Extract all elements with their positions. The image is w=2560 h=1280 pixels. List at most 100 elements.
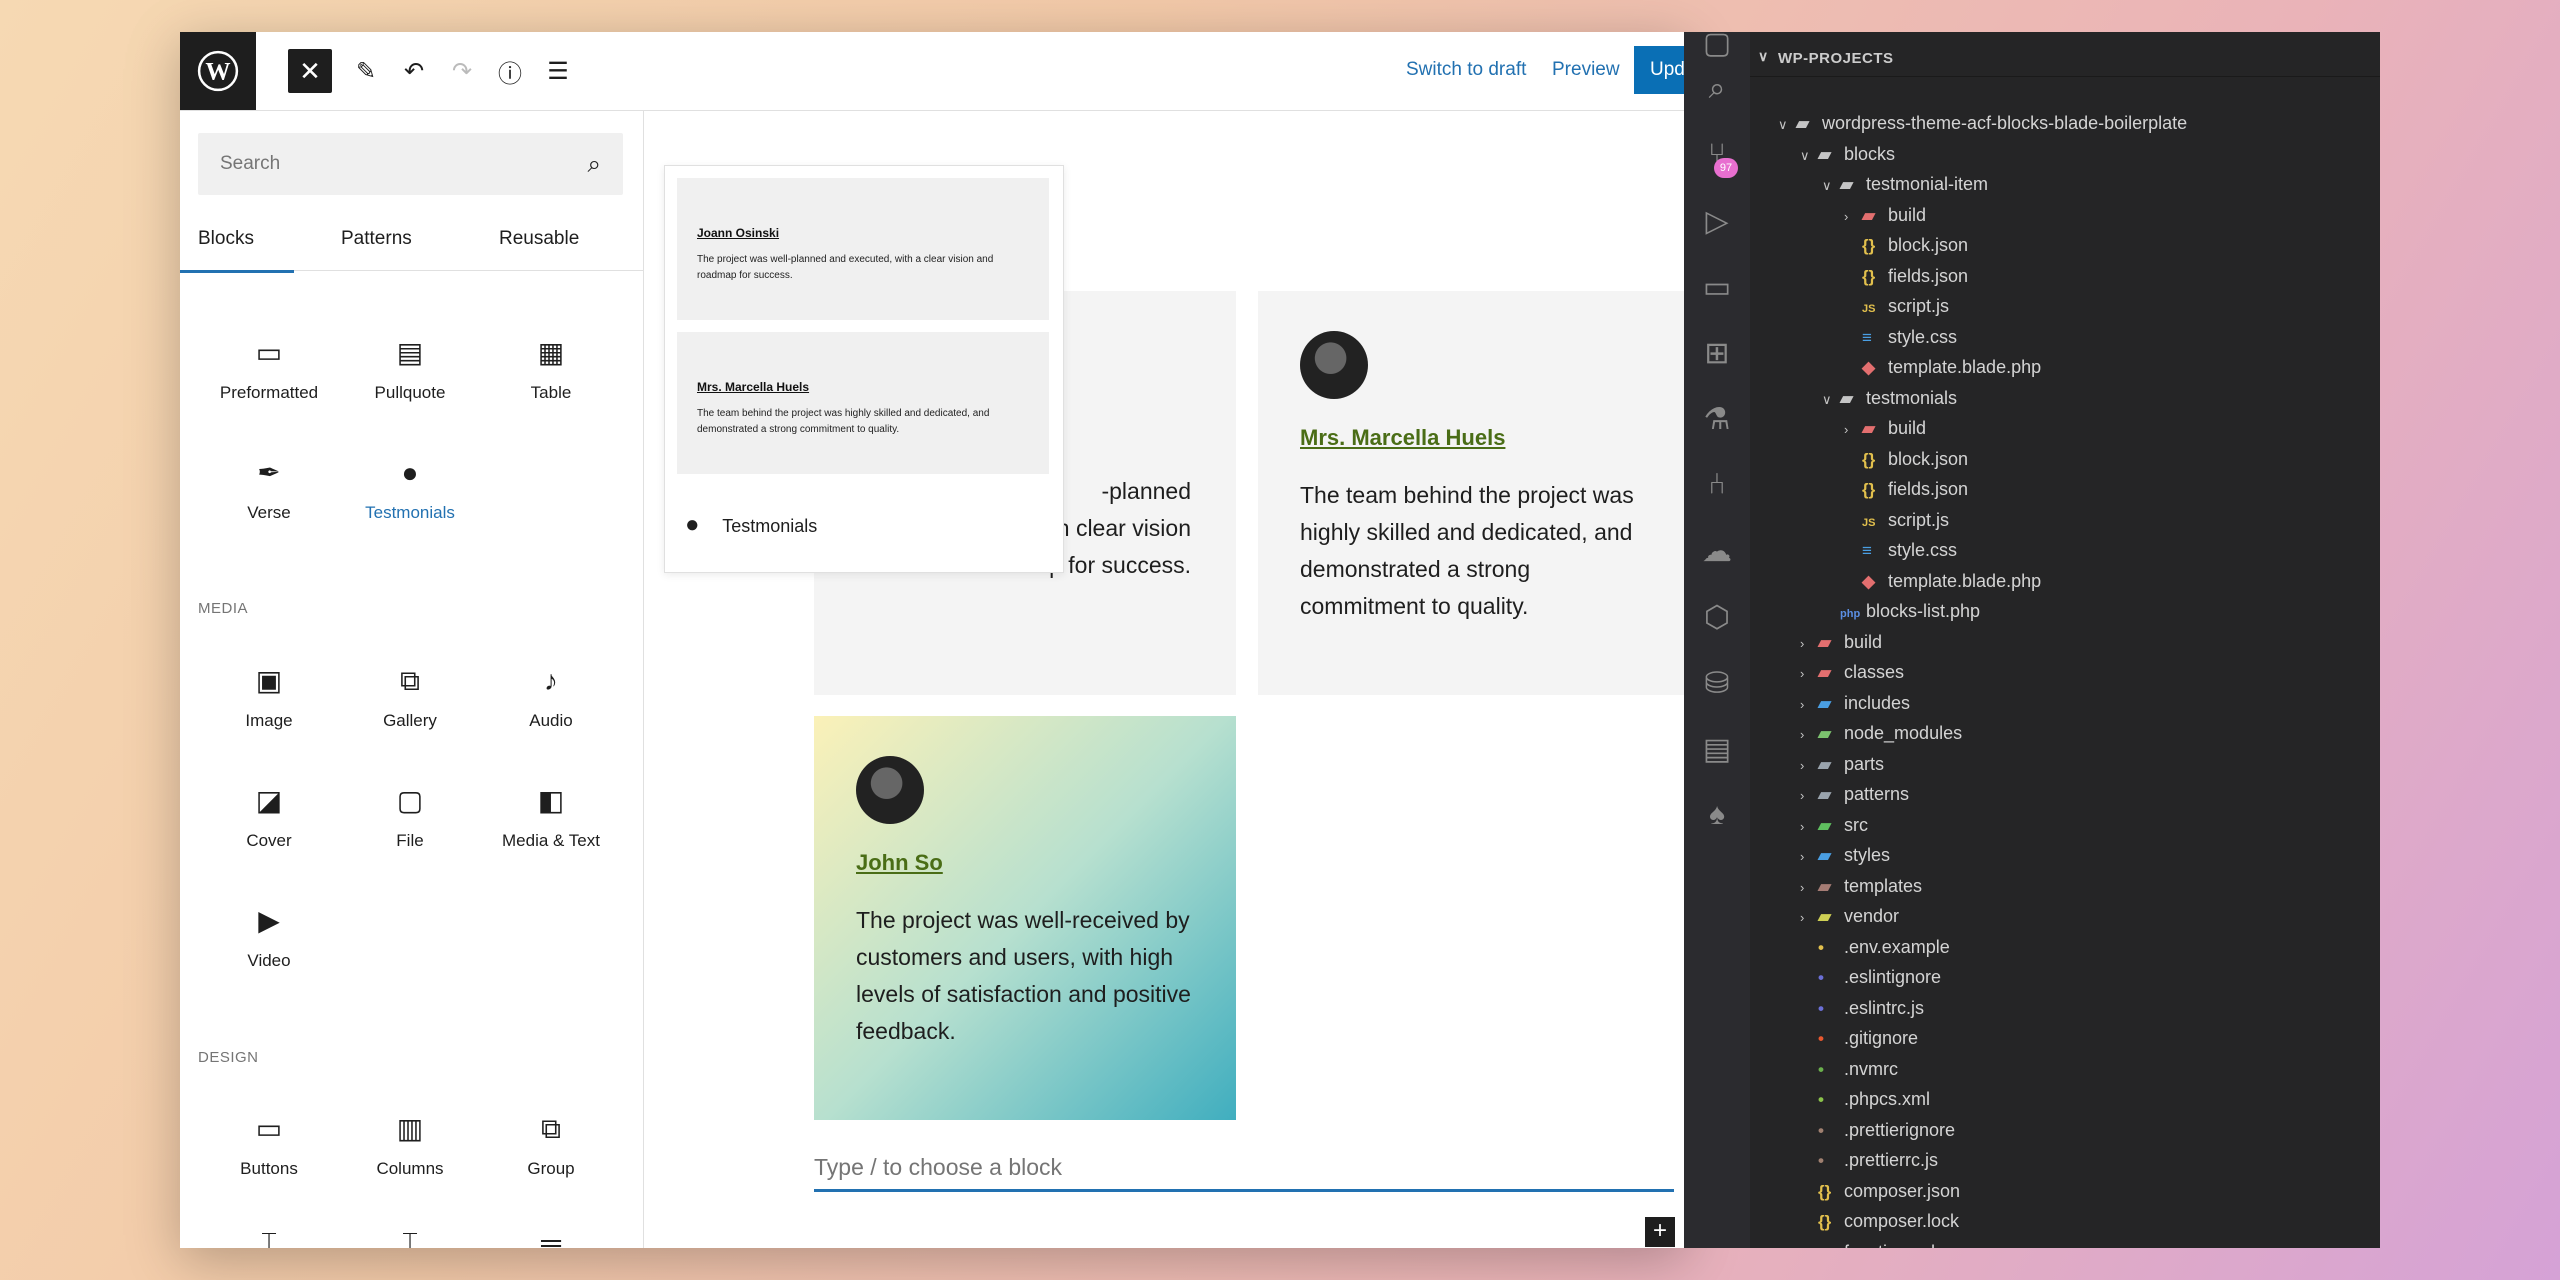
block-columns[interactable]: ▥ Columns [340,1109,480,1179]
tree-file[interactable]: • .prettierignore [1800,1115,1955,1145]
tree-file[interactable]: • .env.example [1800,932,1950,962]
tree-file[interactable]: • .eslintrc.js [1800,993,1924,1023]
block-verse[interactable]: ✒ Verse [199,453,339,523]
block-more-3[interactable]: ═ [481,1223,621,1248]
testing-flask-icon[interactable]: ⚗ [1684,402,1750,437]
mongodb-leaf-icon[interactable]: ♠ [1684,798,1750,832]
docker-icon[interactable]: ☁ [1684,534,1750,569]
tree-item-label: .nvmrc [1844,1058,1898,1079]
block-more-1[interactable]: ⌶ [199,1223,339,1248]
tree-folder[interactable]: ∨ ▰ testmonial-item [1822,169,1988,199]
tree-folder[interactable]: › ▰ styles [1800,840,1890,870]
extensions-icon[interactable]: ⊞ [1684,336,1750,371]
tree-item-label: testmonial-item [1866,174,1989,194]
tree-file[interactable]: {} block.json [1844,230,1968,260]
list-view-icon[interactable]: ☰ [536,49,580,93]
wordpress-logo-icon[interactable]: W [180,32,256,110]
explorer-icon[interactable]: ▢ [1684,32,1750,61]
update-button[interactable]: Upd [1634,46,1685,94]
block-audio[interactable]: ♪ Audio [481,661,621,731]
tab-patterns[interactable]: Patterns [341,228,412,250]
switch-to-draft-button[interactable]: Switch to draft [1406,59,1526,81]
testimonial-card-3[interactable]: John So The project was well-received by… [814,716,1236,1120]
tree-file[interactable]: • .phpcs.xml [1800,1084,1930,1114]
testimonial-quote: The team behind the project was highly s… [1300,482,1634,619]
tree-item-label: patterns [1844,784,1910,804]
git-graph-icon[interactable]: ⑃ [1684,468,1750,502]
tree-file[interactable]: {} composer.json [1800,1176,1960,1206]
tree-file[interactable]: {} block.json [1844,444,1968,474]
tree-file[interactable]: ◆ template.blade.php [1844,566,2041,596]
testimonial-name[interactable]: Mrs. Marcella Huels [1300,425,1656,451]
block-table[interactable]: ▦ Table [481,333,621,403]
tree-file[interactable]: ◆ template.blade.php [1844,352,2041,382]
notebook-icon[interactable]: ▤ [1684,732,1750,767]
tree-folder[interactable]: › ▰ build [1844,200,1926,230]
testimonial-name[interactable]: John So [856,850,1194,876]
tools-pencil-icon[interactable]: ✎ [344,49,388,93]
testimonial-card-2[interactable]: Mrs. Marcella Huels The team behind the … [1258,291,1685,695]
block-appender-placeholder[interactable]: Type / to choose a block [814,1154,1674,1192]
tree-file[interactable]: ≡ style.css [1844,322,1957,352]
tree-folder[interactable]: › ▰ build [1844,413,1926,443]
block-testmonials[interactable]: ● Testmonials [340,453,480,523]
avatar [856,756,924,824]
tree-file[interactable]: php blocks-list.php [1822,596,1980,626]
deployment-icon[interactable]: ⬡ [1684,600,1750,635]
tree-file[interactable]: {} fields.json [1844,261,1968,291]
preview-button[interactable]: Preview [1552,59,1620,81]
block-video[interactable]: ▶ Video [199,901,339,971]
tree-folder[interactable]: ∨ ▰ blocks [1800,139,1895,169]
tree-file[interactable]: phpfunctions.php [1800,1237,1951,1249]
tab-reusable[interactable]: Reusable [499,228,579,250]
tree-folder[interactable]: › ▰ src [1800,810,1868,840]
block-preformatted[interactable]: ▭ Preformatted [199,333,339,403]
block-pullquote[interactable]: ▤ Pullquote [340,333,480,403]
block-buttons[interactable]: ▭ Buttons [199,1109,339,1179]
tree-folder[interactable]: › ▰ parts [1800,749,1884,779]
block-image[interactable]: ▣ Image [199,661,339,731]
testimonial-quote: The project was well-received by custome… [856,907,1191,1044]
block-file[interactable]: ▢ File [340,781,480,851]
tree-item-label: testmonials [1866,387,1958,408]
run-debug-icon[interactable]: ▷ [1684,204,1750,239]
tree-file[interactable]: {} composer.lock [1800,1206,1959,1236]
tree-folder[interactable]: › ▰ build [1800,627,1882,657]
tree-file[interactable]: {} fields.json [1844,474,1968,504]
tree-folder[interactable]: › ▰ classes [1800,657,1904,687]
block-gallery[interactable]: ⧉ Gallery [340,661,480,731]
block-more-2[interactable]: ⌶ [340,1223,480,1248]
tree-file[interactable]: ≡ style.css [1844,535,1957,565]
tree-folder[interactable]: › ▰ vendor [1800,901,1899,931]
tree-folder[interactable]: ∨ ▰ wordpress-theme-acf-blocks-blade-boile… [1778,108,2187,138]
tree-folder[interactable]: › ▰ includes [1800,688,1910,718]
tree-file[interactable]: • .nvmrc [1800,1054,1898,1084]
block-search-input[interactable]: Search ⌕ [198,133,623,195]
undo-icon[interactable]: ↶ [392,49,436,93]
add-block-button[interactable]: + [1645,1217,1675,1247]
tree-folder[interactable]: › ▰ templates [1800,871,1922,901]
tree-file[interactable]: JS script.js [1844,291,1949,321]
block-media-text[interactable]: ◧ Media & Text [481,781,621,851]
wordpress-editor-window: W ✕ ✎ ↶ ↷ ⓘ ☰ Switch to draft Preview Up… [180,32,1685,1248]
tree-folder[interactable]: ∨ ▰ testmonials [1822,383,1957,413]
search-icon[interactable]: ⌕ [1684,72,1750,106]
block-label: Columns [376,1159,444,1178]
file-file-icon: • [1818,998,1824,1018]
tree-file[interactable]: • .eslintignore [1800,962,1941,992]
details-info-icon[interactable]: ⓘ [488,49,532,93]
speech-bubble-icon: ● [401,457,419,488]
explorer-header[interactable]: ∨ WP-PROJECTS [1750,40,2380,77]
database-icon[interactable]: ⛁ [1684,666,1750,701]
tab-blocks[interactable]: Blocks [180,228,294,273]
remote-explorer-icon[interactable]: ▭ [1684,270,1750,305]
redo-icon[interactable]: ↷ [440,49,484,93]
tree-file[interactable]: JS script.js [1844,505,1949,535]
tree-file[interactable]: • .gitignore [1800,1023,1918,1053]
block-cover[interactable]: ◪ Cover [199,781,339,851]
tree-folder[interactable]: › ▰ patterns [1800,779,1909,809]
tree-file[interactable]: • .prettierrc.js [1800,1145,1938,1175]
tree-folder[interactable]: › ▰ node_modules [1800,718,1962,748]
close-inserter-button[interactable]: ✕ [288,49,332,93]
block-group[interactable]: ⧉ Group [481,1109,621,1179]
